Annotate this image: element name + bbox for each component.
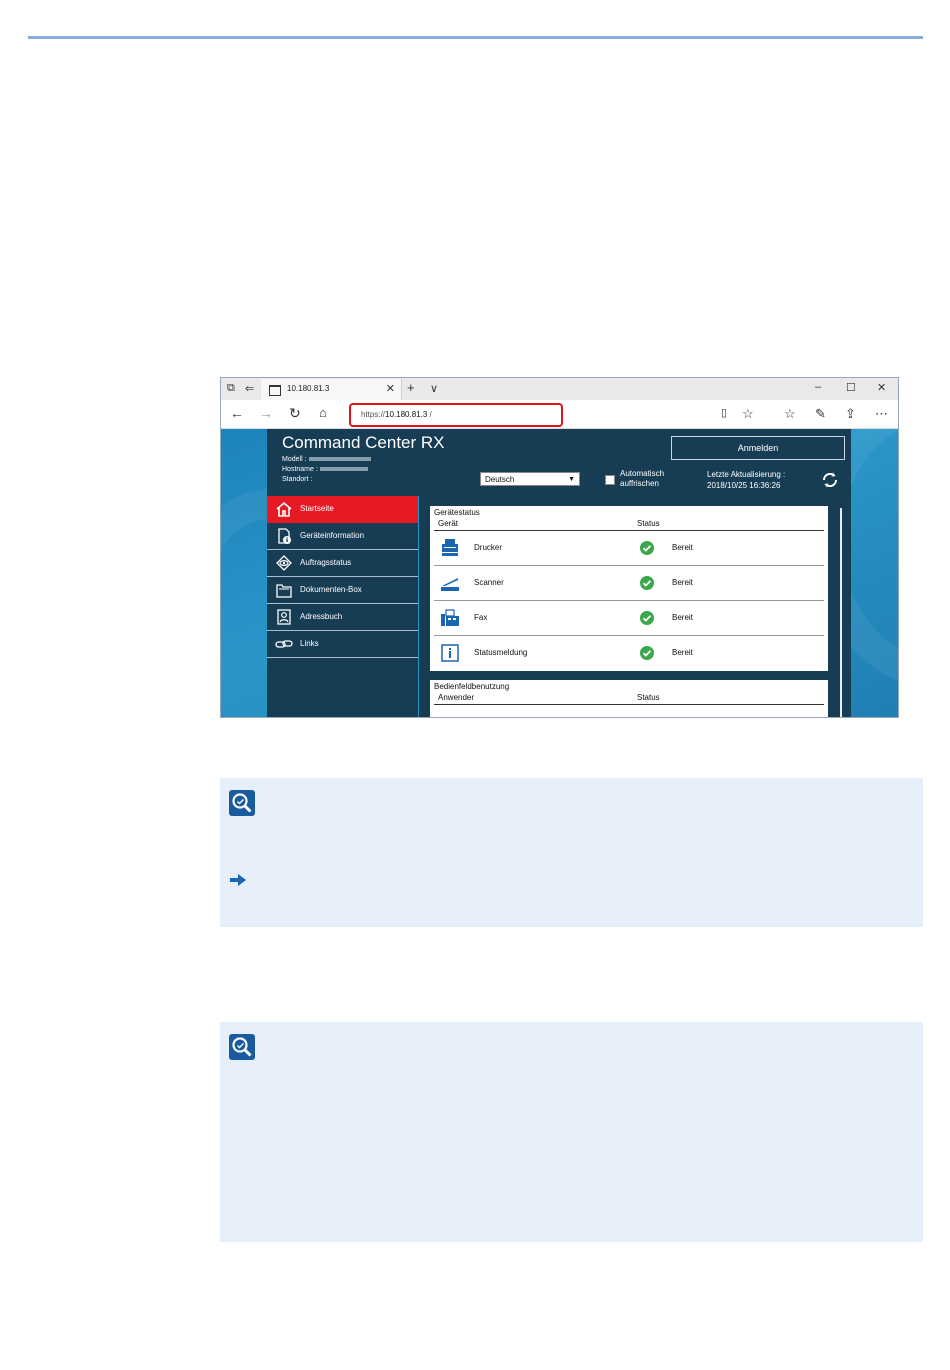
device-row-statusmeldung[interactable]: Statusmeldung Bereit bbox=[434, 636, 824, 670]
new-tab-icon[interactable]: + bbox=[407, 380, 415, 395]
window-icon[interactable]: ⧉ bbox=[227, 382, 235, 395]
panel-title: Gerätestatus bbox=[434, 508, 480, 517]
sidebar-item-adressbuch[interactable]: Adressbuch bbox=[267, 604, 418, 631]
url-text: https://10.180.81.3 / bbox=[361, 410, 432, 419]
sidebar-item-geraeteinformation[interactable]: Geräteinformation bbox=[267, 523, 418, 550]
sidebar: Startseite Geräteinformation Auftragssta… bbox=[267, 496, 418, 717]
check-circle-icon bbox=[640, 541, 654, 555]
browser-screenshot: ⧉ ⇐ 10.180.81.3 ✕ + ∨ – ☐ ✕ ← → ↻ ⌂ http… bbox=[220, 377, 899, 718]
maximize-icon[interactable]: ☐ bbox=[846, 381, 856, 394]
home-icon bbox=[276, 501, 292, 517]
top-rule bbox=[28, 36, 923, 39]
note-magnifier-icon bbox=[229, 790, 255, 816]
ccrx-title: Command Center RX bbox=[282, 433, 445, 452]
more-icon[interactable]: ⋯ bbox=[875, 406, 888, 422]
scrollbar[interactable] bbox=[840, 508, 842, 717]
share-icon[interactable]: ⇪ bbox=[845, 406, 856, 422]
tab-back-icon[interactable]: ⇐ bbox=[245, 382, 254, 395]
column-header-status: Status bbox=[637, 519, 660, 528]
device-info-icon bbox=[278, 528, 291, 544]
scanner-icon bbox=[441, 578, 459, 591]
check-circle-icon bbox=[640, 646, 654, 660]
column-header-device: Gerät bbox=[438, 519, 459, 528]
url-input[interactable]: https://10.180.81.3 / bbox=[349, 403, 563, 427]
address-book-icon bbox=[277, 609, 291, 625]
ccrx-header: Command Center RX Modell : Hostname : St… bbox=[267, 429, 851, 496]
close-window-icon[interactable]: ✕ bbox=[877, 381, 886, 394]
sidebar-item-dokumenten-box[interactable]: Dokumenten-Box bbox=[267, 577, 418, 604]
language-select[interactable]: Deutsch ▼ bbox=[480, 472, 580, 486]
info-icon bbox=[441, 644, 459, 662]
column-header-status: Status bbox=[637, 693, 660, 702]
sidebar-item-links[interactable]: Links bbox=[267, 631, 418, 658]
folder-icon bbox=[276, 584, 292, 598]
address-bar: ← → ↻ ⌂ https://10.180.81.3 / ▯ ☆ ☆ ✎ ⇪ … bbox=[221, 400, 898, 429]
tab-title: 10.180.81.3 bbox=[287, 384, 330, 393]
sidebar-item-auftragsstatus[interactable]: Auftragsstatus bbox=[267, 550, 418, 577]
close-icon[interactable]: ✕ bbox=[386, 382, 395, 395]
device-row-scanner[interactable]: Scanner Bereit bbox=[434, 566, 824, 601]
panel-title: Bedienfeldbenutzung bbox=[434, 682, 510, 691]
chevron-down-icon: ▼ bbox=[568, 476, 575, 483]
note-magnifier-icon bbox=[229, 1034, 255, 1060]
forward-arrow-icon[interactable]: → bbox=[259, 405, 273, 421]
link-icon bbox=[275, 640, 293, 648]
auto-refresh-checkbox[interactable] bbox=[605, 475, 615, 485]
reading-view-icon[interactable]: ▯ bbox=[721, 406, 727, 419]
refresh-icon[interactable] bbox=[821, 471, 839, 489]
device-row-drucker[interactable]: Drucker Bereit bbox=[434, 531, 824, 566]
note-box bbox=[220, 778, 923, 927]
browser-tab-bar: ⧉ ⇐ 10.180.81.3 ✕ + ∨ – ☐ ✕ bbox=[221, 378, 898, 400]
favorites-list-icon[interactable]: ☆ bbox=[784, 406, 796, 422]
favorite-star-icon[interactable]: ☆ bbox=[742, 406, 754, 422]
hostname-line: Hostname : bbox=[282, 466, 368, 473]
device-status-panel: Gerätestatus Gerät Status Drucker Bereit… bbox=[430, 506, 828, 671]
home-icon[interactable]: ⌂ bbox=[319, 405, 327, 420]
browser-tab[interactable]: 10.180.81.3 ✕ bbox=[261, 379, 402, 400]
check-circle-icon bbox=[640, 576, 654, 590]
page-icon bbox=[269, 385, 281, 396]
column-header-user: Anwender bbox=[438, 693, 475, 702]
main-content: Gerätestatus Gerät Status Drucker Bereit… bbox=[419, 496, 851, 717]
minimize-icon[interactable]: – bbox=[815, 381, 821, 393]
back-arrow-icon[interactable]: ← bbox=[230, 405, 244, 421]
arrow-right-icon bbox=[230, 874, 246, 886]
note-box bbox=[220, 1022, 923, 1242]
sidebar-item-startseite[interactable]: Startseite bbox=[267, 496, 418, 523]
printer-icon bbox=[442, 539, 458, 556]
login-button[interactable]: Anmelden bbox=[671, 436, 845, 460]
device-row-fax[interactable]: Fax Bereit bbox=[434, 601, 824, 636]
fax-icon bbox=[441, 609, 459, 626]
auto-refresh-label: Automatisch auffrischen bbox=[620, 469, 665, 488]
tab-menu-icon[interactable]: ∨ bbox=[430, 382, 438, 395]
last-update: Letzte Aktualisierung :2018/10/25 16:36:… bbox=[707, 470, 786, 490]
refresh-icon[interactable]: ↻ bbox=[289, 405, 301, 422]
eye-icon bbox=[276, 555, 292, 571]
header-divider bbox=[434, 704, 824, 705]
panel-usage-panel: Bedienfeldbenutzung Anwender Status bbox=[430, 680, 828, 717]
command-center-page: Command Center RX Modell : Hostname : St… bbox=[221, 429, 898, 717]
location-line: Standort : bbox=[282, 476, 313, 483]
pen-icon[interactable]: ✎ bbox=[815, 406, 826, 422]
check-circle-icon bbox=[640, 611, 654, 625]
model-line: Modell : bbox=[282, 456, 371, 463]
